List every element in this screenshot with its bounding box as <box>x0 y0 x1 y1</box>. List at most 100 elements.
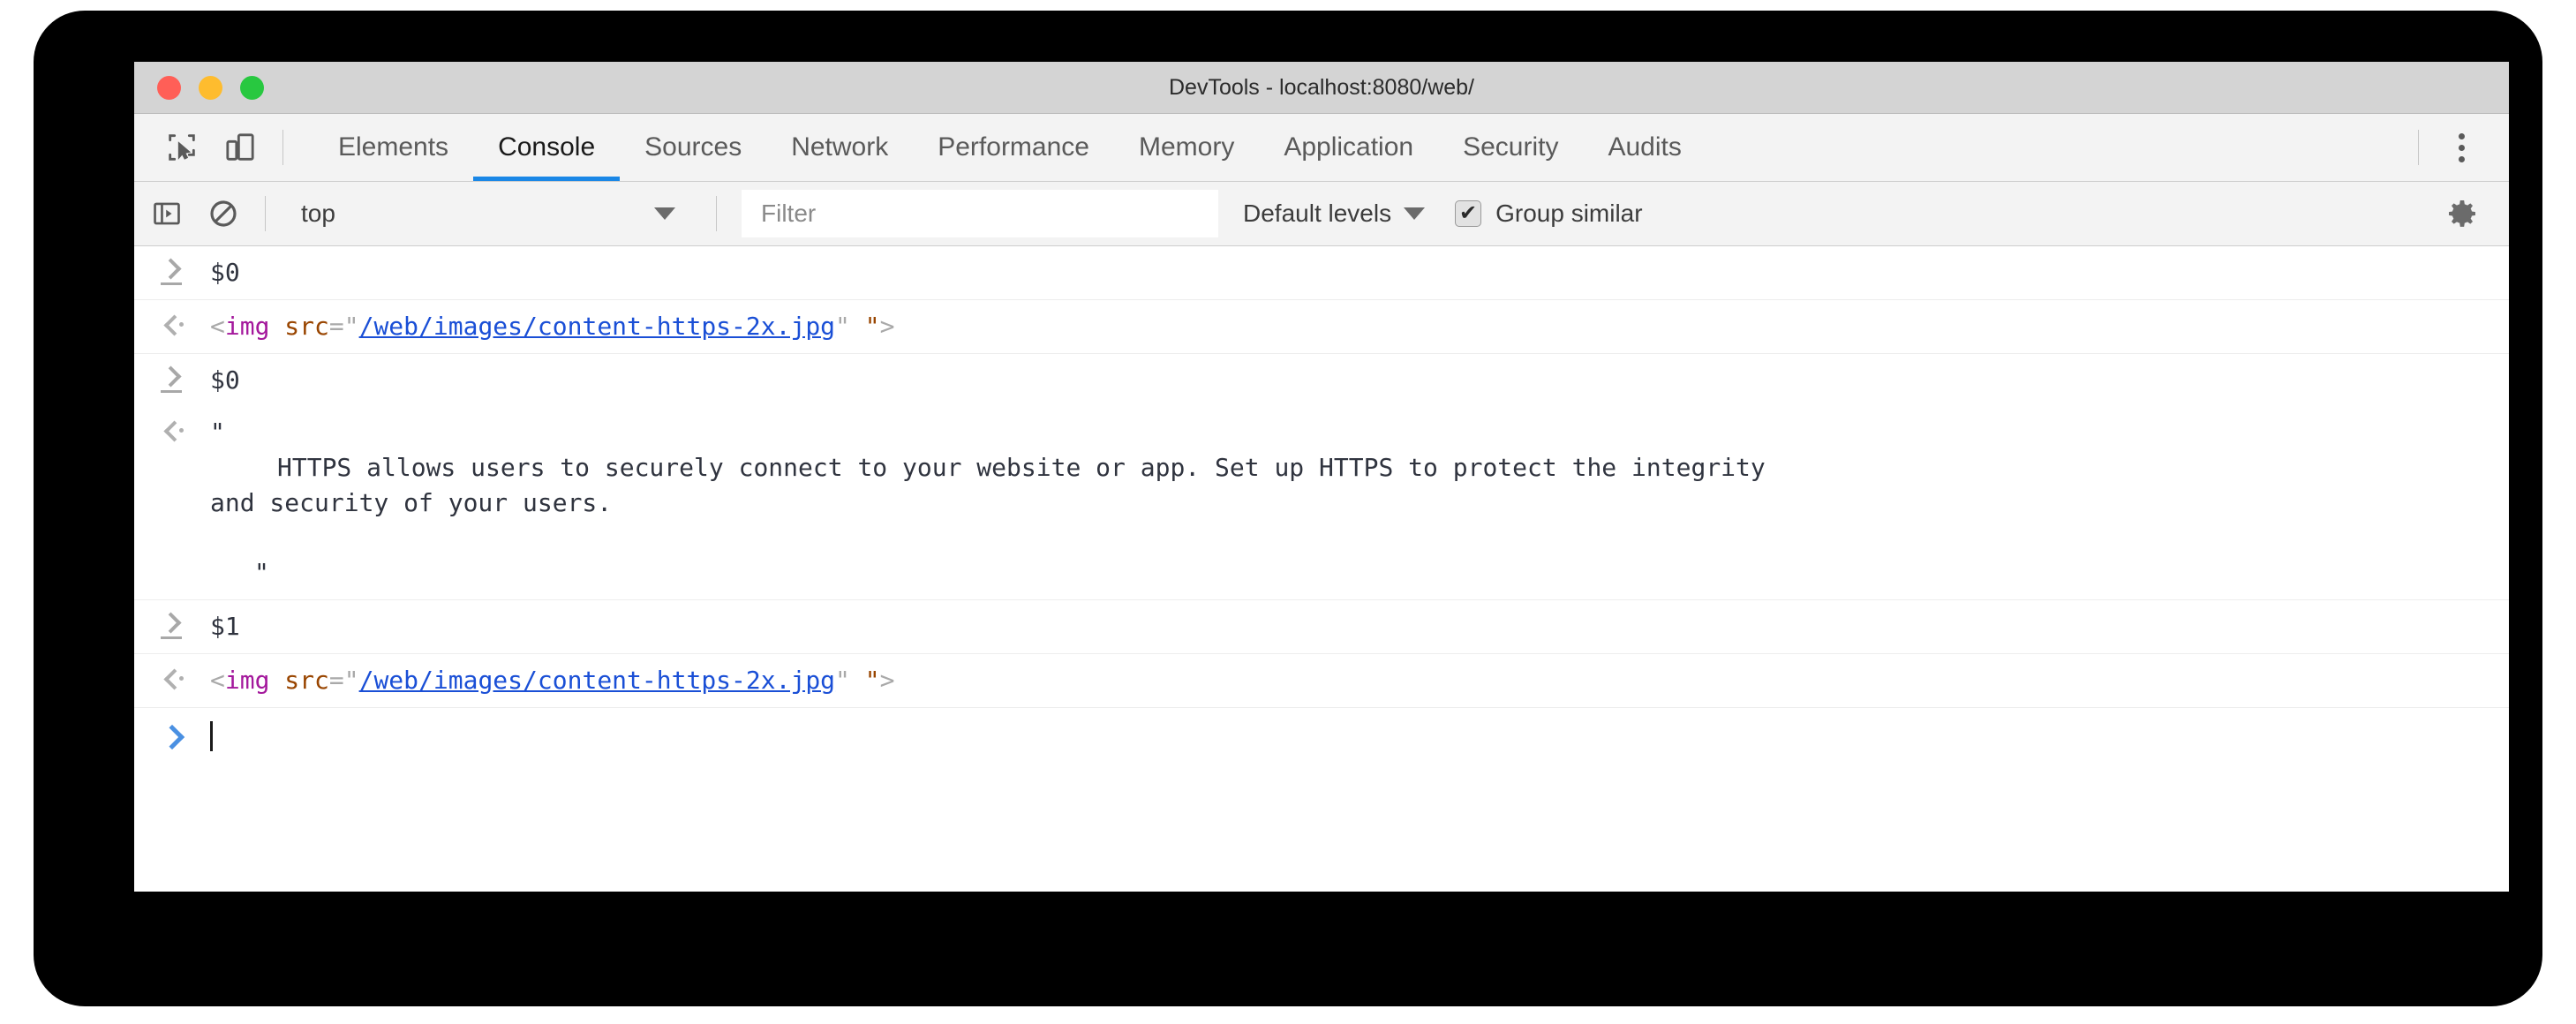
token-quote-close: " <box>835 311 850 341</box>
token-attribute: src <box>284 311 329 341</box>
console-output[interactable]: $0 <img src="/web/images/content-https-2… <box>134 246 2509 892</box>
console-html-result: <img src="/web/images/content-https-2x.j… <box>210 663 2509 698</box>
image-src-link[interactable]: /web/images/content-https-2x.jpg <box>359 312 835 341</box>
output-chevron-icon <box>159 311 185 341</box>
log-levels-select[interactable]: Default levels <box>1243 200 1426 228</box>
input-chevron-icon <box>159 365 185 395</box>
window-titlebar: DevTools - localhost:8080/web/ <box>134 62 2509 114</box>
tab-memory[interactable]: Memory <box>1114 114 1259 181</box>
token-space-2 <box>850 666 865 695</box>
token-gt: > <box>879 311 895 341</box>
console-input-text: $0 <box>210 365 240 395</box>
group-similar-label: Group similar <box>1495 200 1643 227</box>
row-gutter <box>134 415 210 447</box>
devtools-tabs: Elements Console Sources Network Perform… <box>313 114 1706 181</box>
row-gutter <box>134 309 210 341</box>
console-input-row[interactable]: $0 <box>134 354 2509 407</box>
tab-audits[interactable]: Audits <box>1583 114 1706 181</box>
console-html-result: <img src="/web/images/content-https-2x.j… <box>210 309 2509 344</box>
console-sidebar-icon[interactable] <box>143 190 191 237</box>
image-src-link[interactable]: /web/images/content-https-2x.jpg <box>359 666 835 695</box>
console-toolbar-divider-2 <box>716 196 717 231</box>
inspect-element-icon[interactable] <box>157 123 207 172</box>
group-similar-checkbox[interactable]: ✔ <box>1455 200 1482 227</box>
tab-sources[interactable]: Sources <box>620 114 766 181</box>
string-close-quote: " <box>254 558 269 588</box>
filter-input[interactable]: Filter <box>742 190 1218 237</box>
console-input-row[interactable]: $1 <box>134 600 2509 654</box>
token-tagname: img <box>224 311 270 341</box>
token-tagname: img <box>224 665 270 695</box>
tab-label: Sources <box>644 132 742 162</box>
tabstrip-right <box>2400 123 2509 172</box>
token-space-2 <box>850 312 865 341</box>
chevron-down-icon <box>654 207 675 220</box>
kebab-dot <box>2458 132 2465 139</box>
row-gutter <box>134 255 210 287</box>
console-string-result: " HTTPS allows users to securely connect… <box>210 415 2509 591</box>
string-body-line-2: and security of your users. <box>210 487 613 517</box>
token-attribute: src <box>284 665 329 695</box>
row-gutter <box>134 609 210 641</box>
console-toolbar: top Filter Default levels ✔ Group simila… <box>134 182 2509 246</box>
tab-label: Network <box>791 132 889 162</box>
kebab-dot <box>2458 144 2465 151</box>
token-equals: = <box>328 665 344 695</box>
device-frame: DevTools - localhost:8080/web/ Elements … <box>34 11 2542 1006</box>
tabstrip-divider-right <box>2418 130 2419 165</box>
output-chevron-icon <box>159 665 185 695</box>
device-toolbar-icon[interactable] <box>215 123 265 172</box>
more-vertical-icon[interactable] <box>2437 123 2486 172</box>
console-output-row[interactable]: <img src="/web/images/content-https-2x.j… <box>134 654 2509 708</box>
log-levels-label: Default levels <box>1243 200 1392 227</box>
tab-network[interactable]: Network <box>766 114 913 181</box>
console-input-row[interactable]: $0 <box>134 246 2509 300</box>
tab-label: Memory <box>1138 132 1235 162</box>
tab-label: Elements <box>338 132 449 162</box>
console-string-output-row[interactable]: " HTTPS allows users to securely connect… <box>134 406 2509 600</box>
row-gutter <box>134 720 210 752</box>
chevron-down-icon <box>1404 207 1426 220</box>
devtools-window: DevTools - localhost:8080/web/ Elements … <box>134 62 2509 892</box>
console-input-text: $1 <box>210 612 240 641</box>
input-chevron-icon <box>159 611 185 641</box>
clear-console-icon[interactable] <box>200 190 247 237</box>
token-quote-open: " <box>343 665 359 695</box>
group-similar-toggle[interactable]: ✔ Group similar <box>1455 200 1643 228</box>
output-chevron-icon <box>159 417 185 447</box>
tab-performance[interactable]: Performance <box>913 114 1114 181</box>
token-empty-attr-quote: " <box>864 665 880 695</box>
prompt-chevron-icon <box>159 722 185 752</box>
execution-context-select[interactable]: top <box>283 182 698 245</box>
token-equals: = <box>328 311 344 341</box>
tab-console[interactable]: Console <box>473 114 621 181</box>
execution-context-value: top <box>301 200 335 227</box>
gear-icon[interactable] <box>2438 190 2486 237</box>
token-punct: < <box>210 311 225 341</box>
console-prompt-row[interactable] <box>134 708 2509 764</box>
token-quote-open: " <box>343 311 359 341</box>
console-prompt-input[interactable] <box>210 720 2509 756</box>
tab-label: Console <box>498 132 596 162</box>
text-cursor <box>210 720 213 751</box>
tab-label: Audits <box>1608 132 1682 162</box>
tab-label: Performance <box>938 132 1089 162</box>
tab-security[interactable]: Security <box>1438 114 1583 181</box>
console-toolbar-divider <box>265 196 266 231</box>
console-toolbar-right <box>2429 190 2509 237</box>
devtools-tabstrip: Elements Console Sources Network Perform… <box>134 114 2509 182</box>
console-output-row[interactable]: <img src="/web/images/content-https-2x.j… <box>134 300 2509 354</box>
row-gutter <box>134 363 210 395</box>
kebab-dot <box>2458 155 2465 162</box>
window-title: DevTools - localhost:8080/web/ <box>1168 75 1475 100</box>
row-gutter <box>134 663 210 695</box>
string-body-line-1: HTTPS allows users to securely connect t… <box>277 453 1766 482</box>
console-input-text: $0 <box>210 258 240 287</box>
tab-elements[interactable]: Elements <box>313 114 473 181</box>
input-chevron-icon <box>159 257 185 287</box>
token-gt: > <box>879 665 895 695</box>
tab-application[interactable]: Application <box>1259 114 1438 181</box>
token-quote-close: " <box>835 665 850 695</box>
